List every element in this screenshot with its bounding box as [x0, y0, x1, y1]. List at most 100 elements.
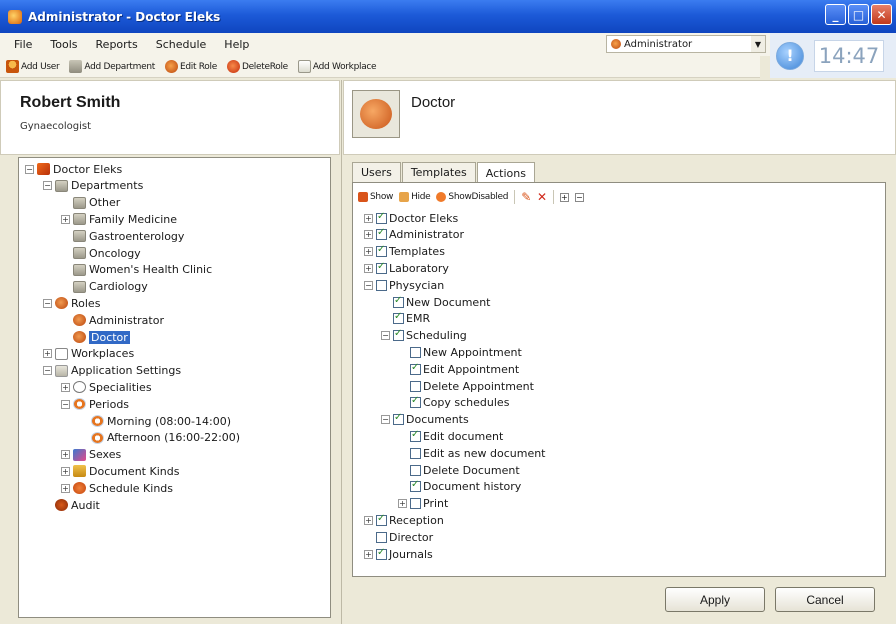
- expand-icon[interactable]: +: [61, 382, 70, 392]
- tree-node[interactable]: − Doctor Eleks: [25, 161, 122, 177]
- tree-node[interactable]: Morning (08:00-14:00): [79, 413, 231, 429]
- expand-icon[interactable]: +: [364, 247, 373, 257]
- expand-icon[interactable]: +: [61, 483, 70, 493]
- menu-help[interactable]: Help: [224, 38, 249, 51]
- tab-actions[interactable]: Actions: [476, 162, 535, 183]
- expand-icon[interactable]: +: [364, 213, 373, 223]
- tree-node[interactable]: − Periods: [61, 396, 129, 412]
- action-checkbox[interactable]: [393, 328, 404, 342]
- action-checkbox[interactable]: [376, 227, 387, 241]
- delete-role-button[interactable]: DeleteRole: [226, 60, 288, 73]
- expand-all-icon[interactable]: +: [559, 192, 569, 202]
- tree-node[interactable]: + Workplaces: [43, 346, 134, 362]
- edit-role-button[interactable]: Edit Role: [164, 60, 217, 73]
- tree-node[interactable]: Other: [61, 195, 120, 211]
- expand-icon[interactable]: +: [364, 549, 373, 559]
- add-workplace-button[interactable]: Add Workplace: [297, 60, 377, 73]
- actions-tree[interactable]: + Doctor Eleks + Administrator + Templates + La…: [364, 210, 874, 570]
- action-checkbox[interactable]: [410, 380, 421, 392]
- collapse-icon[interactable]: −: [43, 366, 52, 376]
- add-user-button[interactable]: Add User: [6, 60, 60, 73]
- expand-icon[interactable]: +: [61, 214, 70, 224]
- tree-node[interactable]: + Document Kinds: [61, 463, 179, 479]
- action-checkbox[interactable]: [376, 261, 387, 274]
- action-checkbox[interactable]: [410, 395, 421, 409]
- expand-icon[interactable]: +: [61, 466, 70, 476]
- menu-schedule[interactable]: Schedule: [156, 38, 207, 51]
- panel-splitter[interactable]: [341, 80, 342, 624]
- close-button[interactable]: ✕: [871, 4, 892, 25]
- chevron-down-icon[interactable]: ▼: [751, 36, 765, 52]
- expand-icon[interactable]: +: [364, 230, 373, 240]
- action-checkbox[interactable]: [376, 244, 387, 258]
- show-disabled-button[interactable]: ShowDisabled: [436, 192, 509, 202]
- collapse-icon[interactable]: −: [381, 331, 390, 341]
- expand-icon[interactable]: +: [61, 450, 70, 460]
- action-node[interactable]: − Physycian: [364, 277, 444, 293]
- tab-templates[interactable]: Templates: [401, 162, 476, 182]
- alert-icon[interactable]: !: [776, 41, 804, 70]
- action-checkbox[interactable]: [393, 311, 404, 325]
- action-checkbox[interactable]: [376, 531, 387, 543]
- action-checkbox[interactable]: [410, 498, 421, 510]
- tree-node[interactable]: − Departments: [43, 178, 143, 194]
- menu-tools[interactable]: Tools: [50, 38, 77, 51]
- action-checkbox[interactable]: [410, 464, 421, 476]
- tab-users[interactable]: Users: [352, 162, 401, 182]
- collapse-icon[interactable]: −: [381, 415, 390, 425]
- action-checkbox[interactable]: [410, 479, 421, 493]
- tree-node[interactable]: + Family Medicine: [61, 211, 177, 227]
- action-node[interactable]: New Document: [381, 294, 490, 310]
- collapse-icon[interactable]: −: [43, 181, 52, 191]
- organization-tree[interactable]: − Doctor Eleks − Departments Other + Family Me…: [18, 157, 331, 618]
- collapse-icon[interactable]: −: [25, 164, 34, 174]
- action-checkbox[interactable]: [376, 513, 387, 526]
- tree-node[interactable]: − Roles: [43, 295, 100, 311]
- expand-icon[interactable]: +: [364, 515, 373, 525]
- action-node[interactable]: + Doctor Eleks: [364, 210, 458, 226]
- cancel-button[interactable]: Cancel: [775, 587, 875, 612]
- collapse-icon[interactable]: −: [43, 298, 52, 308]
- show-button[interactable]: Show: [358, 192, 393, 202]
- collapse-icon[interactable]: −: [61, 399, 70, 409]
- action-node[interactable]: Director: [364, 529, 433, 545]
- action-node[interactable]: + Print: [398, 496, 448, 512]
- delete-icon[interactable]: ✕: [537, 190, 547, 204]
- tree-node[interactable]: − Application Settings: [43, 363, 181, 379]
- edit-icon[interactable]: ✎: [521, 190, 531, 204]
- action-node[interactable]: Edit Appointment: [398, 361, 519, 377]
- tree-node[interactable]: Afternoon (16:00-22:00): [79, 430, 240, 446]
- action-node[interactable]: + Journals: [364, 546, 433, 562]
- collapse-icon[interactable]: −: [364, 280, 373, 290]
- menu-file[interactable]: File: [14, 38, 32, 51]
- hide-button[interactable]: Hide: [399, 192, 431, 202]
- action-checkbox[interactable]: [376, 279, 387, 291]
- tree-node[interactable]: Gastroenterology: [61, 228, 184, 244]
- action-node[interactable]: Document history: [398, 479, 521, 495]
- action-node[interactable]: Edit as new document: [398, 445, 546, 461]
- action-node[interactable]: Copy schedules: [398, 395, 509, 411]
- action-checkbox[interactable]: [376, 211, 387, 224]
- tree-node[interactable]: Doctor: [61, 329, 130, 345]
- menu-reports[interactable]: Reports: [96, 38, 138, 51]
- tree-node[interactable]: Cardiology: [61, 279, 148, 295]
- collapse-all-icon[interactable]: −: [574, 192, 584, 202]
- expand-icon[interactable]: +: [43, 349, 52, 359]
- user-selector[interactable]: Administrator ▼: [606, 35, 766, 53]
- action-node[interactable]: − Documents: [381, 412, 469, 428]
- minimize-button[interactable]: _: [825, 4, 846, 25]
- action-node[interactable]: Delete Appointment: [398, 378, 534, 394]
- maximize-button[interactable]: □: [848, 4, 869, 25]
- action-node[interactable]: EMR: [381, 311, 430, 327]
- action-checkbox[interactable]: [410, 346, 421, 358]
- tree-node[interactable]: + Specialities: [61, 379, 152, 395]
- tree-node[interactable]: Administrator: [61, 312, 164, 328]
- action-checkbox[interactable]: [393, 295, 404, 308]
- action-checkbox[interactable]: [410, 362, 421, 375]
- tree-node[interactable]: Women's Health Clinic: [61, 262, 212, 278]
- action-node[interactable]: + Administrator: [364, 227, 464, 243]
- expand-icon[interactable]: +: [364, 263, 373, 273]
- action-node[interactable]: − Scheduling: [381, 328, 467, 344]
- tree-node[interactable]: Oncology: [61, 245, 141, 261]
- action-checkbox[interactable]: [410, 429, 421, 442]
